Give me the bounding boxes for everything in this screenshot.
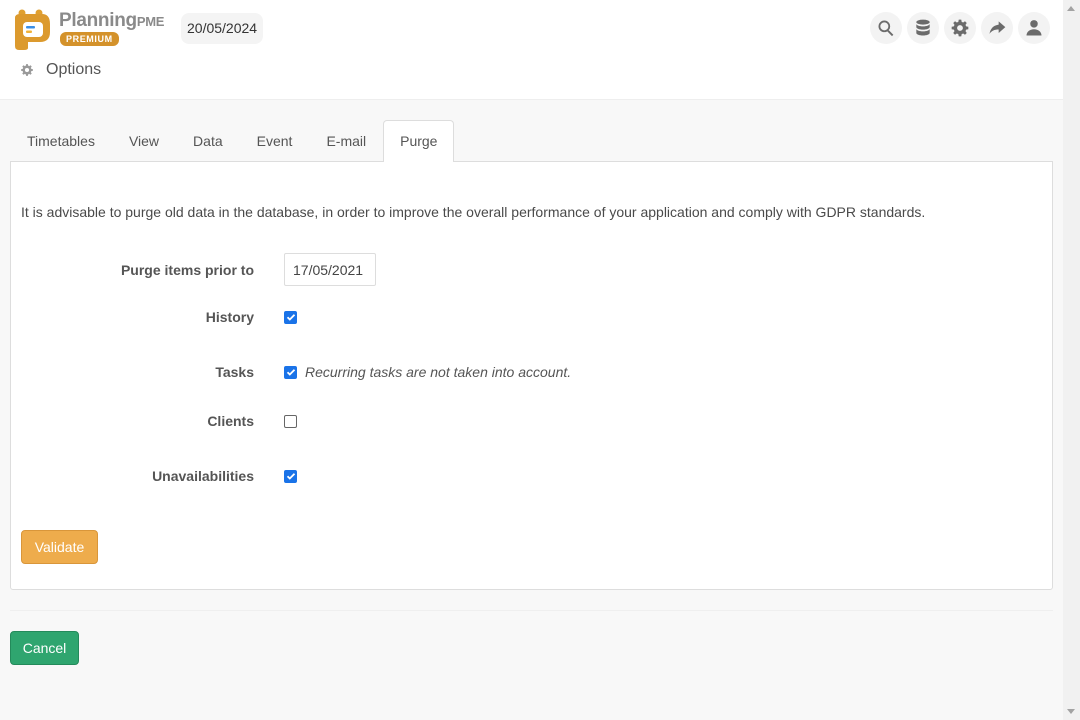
history-row: History (11, 309, 1011, 325)
options-tabs: Timetables View Data Event E-mail Purge (10, 120, 455, 162)
brand-name: PlanningPME (59, 10, 164, 32)
logo[interactable]: PlanningPME PREMIUM (12, 8, 172, 50)
database-button[interactable] (907, 12, 939, 44)
history-label: History (205, 309, 254, 325)
validate-button[interactable]: Validate (21, 530, 98, 564)
tasks-checkbox[interactable] (284, 365, 297, 379)
tasks-note: Recurring tasks are not taken into accou… (305, 364, 572, 380)
check-icon (286, 473, 295, 480)
tab-view[interactable]: View (112, 120, 176, 162)
edition-badge: PREMIUM (60, 32, 119, 46)
purge-date-input[interactable] (284, 253, 376, 286)
vertical-scrollbar[interactable] (1063, 0, 1080, 720)
user-button[interactable] (1018, 12, 1050, 44)
check-icon (286, 369, 295, 376)
settings-button[interactable] (944, 12, 976, 44)
unavailabilities-row: Unavailabilities (11, 468, 1011, 484)
gear-icon (21, 64, 33, 76)
tab-data[interactable]: Data (176, 120, 240, 162)
planningpme-logo-icon (15, 9, 50, 50)
gear-icon (951, 19, 969, 37)
divider (10, 610, 1053, 611)
clients-row: Clients (11, 413, 1011, 429)
tab-timetables[interactable]: Timetables (10, 120, 112, 162)
share-icon (989, 21, 1006, 34)
check-icon (286, 314, 295, 321)
page-title: Options (20, 61, 101, 79)
purge-prior-to-row: Purge items prior to (11, 253, 1011, 286)
cancel-button[interactable]: Cancel (10, 631, 79, 665)
search-icon (878, 20, 894, 37)
header-toolbar (870, 12, 1050, 44)
unavailabilities-checkbox[interactable] (284, 469, 297, 483)
scroll-up-arrow-icon[interactable] (1067, 6, 1075, 11)
search-button[interactable] (870, 12, 902, 44)
purge-prior-to-label: Purge items prior to (120, 261, 254, 278)
share-button[interactable] (981, 12, 1013, 44)
clients-label: Clients (207, 413, 254, 429)
current-date[interactable]: 20/05/2024 (181, 13, 264, 44)
brand-suffix: PME (136, 14, 165, 29)
tasks-row: Tasks Recurring tasks are not taken into… (11, 364, 1011, 380)
page: PlanningPME PREMIUM 20/05/2024 Options T… (0, 0, 1063, 720)
purge-panel: It is advisable to purge old data in the… (10, 161, 1053, 590)
brand-text: Planning (59, 10, 137, 31)
unavailabilities-label: Unavailabilities (152, 468, 254, 484)
page-title-text: Options (46, 61, 102, 78)
history-checkbox[interactable] (284, 310, 297, 324)
database-icon (916, 19, 930, 36)
header: PlanningPME PREMIUM 20/05/2024 Options (0, 0, 1063, 100)
tab-purge[interactable]: Purge (383, 120, 455, 162)
user-icon (1026, 20, 1042, 36)
purge-description: It is advisable to purge old data in the… (21, 204, 926, 220)
tab-event[interactable]: Event (240, 120, 310, 162)
tab-email[interactable]: E-mail (309, 120, 383, 162)
clients-checkbox[interactable] (284, 414, 297, 428)
tasks-label: Tasks (215, 364, 254, 380)
scroll-down-arrow-icon[interactable] (1067, 709, 1075, 714)
